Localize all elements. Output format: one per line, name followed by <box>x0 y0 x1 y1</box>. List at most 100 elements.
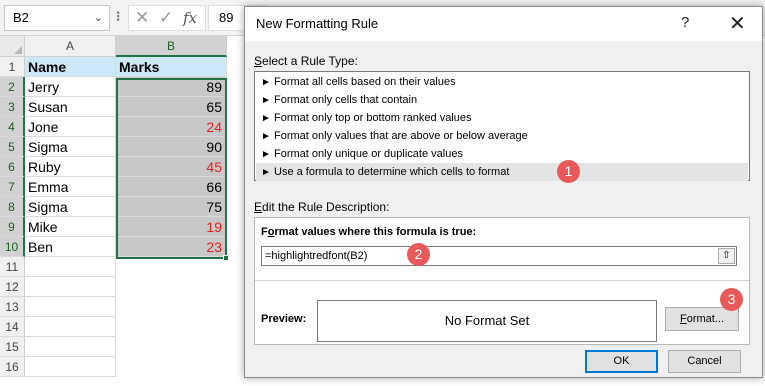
row-header[interactable]: 9 <box>0 217 25 237</box>
step-badge-1: 1 <box>557 160 580 183</box>
marks-cell[interactable]: 66 <box>116 177 227 197</box>
name-cell[interactable]: Sigma <box>25 197 116 217</box>
rule-type-item[interactable]: ► Format only top or bottom ranked values <box>256 109 748 127</box>
name-box[interactable]: B2 ⌄ <box>4 5 110 31</box>
column-header-a[interactable]: A <box>25 36 116 57</box>
rule-type-list[interactable]: ► Format all cells based on their values … <box>254 71 750 181</box>
formula-field[interactable]: =highlightredfont(B2) ⇧ <box>261 246 737 266</box>
dialog-titlebar[interactable]: New Formatting Rule ? ✕ <box>245 7 762 41</box>
name-cell[interactable]: Jerry <box>25 77 116 97</box>
step-badge-3: 3 <box>720 288 743 311</box>
preview-box: No Format Set <box>317 300 657 342</box>
name-cell[interactable]: Ruby <box>25 157 116 177</box>
row-header[interactable]: 6 <box>0 157 25 177</box>
formula-buttons: ✕ ✓ fx <box>128 5 206 31</box>
edit-description-label-accesskey: E <box>254 200 263 214</box>
empty-cell[interactable] <box>25 297 116 317</box>
formula-label-start: F <box>261 226 268 238</box>
marks-cell[interactable]: 24 <box>116 117 227 137</box>
marks-cell[interactable]: 19 <box>116 217 227 237</box>
name-cell[interactable]: Ben <box>25 237 116 257</box>
formula-label-rest: rmat values where this formula is true: <box>274 226 477 238</box>
name-cell[interactable]: Emma <box>25 177 116 197</box>
name-box-value: B2 <box>13 10 29 25</box>
chevron-down-icon[interactable]: ⌄ <box>94 6 103 30</box>
rule-description-panel: Format values where this formula is true… <box>254 217 750 345</box>
marks-cell[interactable]: 23 <box>116 237 227 257</box>
rule-type-label: Format only values that are above or bel… <box>274 130 528 142</box>
row-header[interactable]: 11 <box>0 257 25 277</box>
empty-cell[interactable] <box>25 257 116 277</box>
format-button-label: ormat... <box>686 313 725 325</box>
row-header[interactable]: 10 <box>0 237 25 257</box>
separator-icon: ⁝ <box>116 8 121 24</box>
empty-cell[interactable] <box>25 277 116 297</box>
arrow-right-icon: ► <box>261 149 271 160</box>
empty-cell[interactable] <box>25 357 116 377</box>
row-header[interactable]: 2 <box>0 77 25 97</box>
rule-type-label: Format all cells based on their values <box>274 76 456 88</box>
formula-value: =highlightredfont(B2) <box>265 250 368 262</box>
row-header[interactable]: 4 <box>0 117 25 137</box>
ok-button[interactable]: OK <box>585 350 658 373</box>
select-rule-type-label-rest: elect a Rule Type: <box>262 54 358 68</box>
arrow-right-icon: ► <box>261 167 271 178</box>
rule-type-item[interactable]: ► Format only values that are above or be… <box>256 127 748 145</box>
cancel-entry-icon[interactable]: ✕ <box>135 8 149 28</box>
header-cell-marks[interactable]: Marks <box>116 57 227 77</box>
preview-label: Preview: <box>261 313 307 325</box>
row-header[interactable]: 13 <box>0 297 25 317</box>
rule-type-item-selected[interactable]: ► Use a formula to determine which cells … <box>256 163 748 181</box>
dialog-title: New Formatting Rule <box>256 16 379 31</box>
arrow-right-icon: ► <box>261 95 271 106</box>
formula-label: Format values where this formula is true… <box>261 226 476 238</box>
rule-type-item[interactable]: ► Format only unique or duplicate values <box>256 145 748 163</box>
row-header[interactable]: 12 <box>0 277 25 297</box>
select-rule-type-label: Select a Rule Type: <box>254 54 358 68</box>
row-header[interactable]: 14 <box>0 317 25 337</box>
cancel-button[interactable]: Cancel <box>668 350 741 373</box>
rule-type-label: Format only cells that contain <box>274 94 418 106</box>
name-cell[interactable]: Susan <box>25 97 116 117</box>
arrow-right-icon: ► <box>261 131 271 142</box>
insert-function-icon[interactable]: fx <box>183 9 197 27</box>
row-header[interactable]: 7 <box>0 177 25 197</box>
column-header-b[interactable]: B <box>116 36 227 57</box>
marks-cell[interactable]: 65 <box>116 97 227 117</box>
row-header[interactable]: 15 <box>0 337 25 357</box>
enter-entry-icon[interactable]: ✓ <box>159 8 173 28</box>
rule-type-label: Use a formula to determine which cells t… <box>274 166 510 178</box>
rule-type-label: Format only top or bottom ranked values <box>274 112 472 124</box>
arrow-right-icon: ► <box>261 113 271 124</box>
collapse-dialog-icon[interactable]: ⇧ <box>718 248 735 264</box>
rule-type-label: Format only unique or duplicate values <box>274 148 463 160</box>
header-cell-name[interactable]: Name <box>25 57 116 77</box>
rule-type-item[interactable]: ► Format all cells based on their values <box>256 73 748 91</box>
edit-description-label: Edit the Rule Description: <box>254 200 389 214</box>
close-icon[interactable]: ✕ <box>729 11 746 36</box>
row-header[interactable]: 8 <box>0 197 25 217</box>
marks-cell[interactable]: 90 <box>116 137 227 157</box>
name-cell[interactable]: Jone <box>25 117 116 137</box>
help-icon[interactable]: ? <box>681 14 689 31</box>
divider <box>255 280 749 281</box>
row-header[interactable]: 1 <box>0 57 25 77</box>
format-button-accesskey: F <box>679 313 687 325</box>
row-header[interactable]: 5 <box>0 137 25 157</box>
row-header[interactable]: 3 <box>0 97 25 117</box>
new-formatting-rule-dialog: New Formatting Rule ? ✕ Select a Rule Ty… <box>244 6 763 378</box>
edit-description-label-rest: dit the Rule Description: <box>262 200 390 214</box>
marks-cell[interactable]: 45 <box>116 157 227 177</box>
marks-cell[interactable]: 75 <box>116 197 227 217</box>
name-cell[interactable]: Mike <box>25 217 116 237</box>
arrow-right-icon: ► <box>261 77 271 88</box>
name-cell[interactable]: Sigma <box>25 137 116 157</box>
row-header[interactable]: 16 <box>0 357 25 377</box>
empty-cell[interactable] <box>25 317 116 337</box>
select-all-corner[interactable] <box>0 36 25 57</box>
rule-type-item[interactable]: ► Format only cells that contain <box>256 91 748 109</box>
select-rule-type-label-accesskey: S <box>254 54 263 68</box>
marks-cell[interactable]: 89 <box>116 77 227 97</box>
empty-cell[interactable] <box>25 337 116 357</box>
step-badge-2: 2 <box>407 243 430 266</box>
